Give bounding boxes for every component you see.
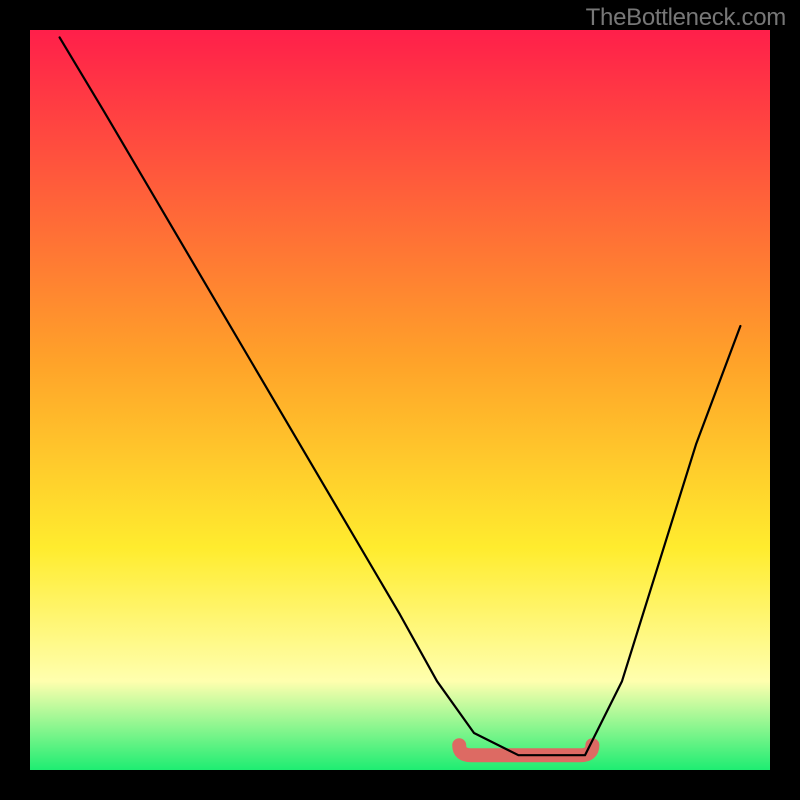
chart-svg <box>0 0 800 800</box>
gradient-background <box>30 30 770 770</box>
watermark-text: TheBottleneck.com <box>586 4 786 32</box>
chart-container: TheBottleneck.com <box>0 0 800 800</box>
